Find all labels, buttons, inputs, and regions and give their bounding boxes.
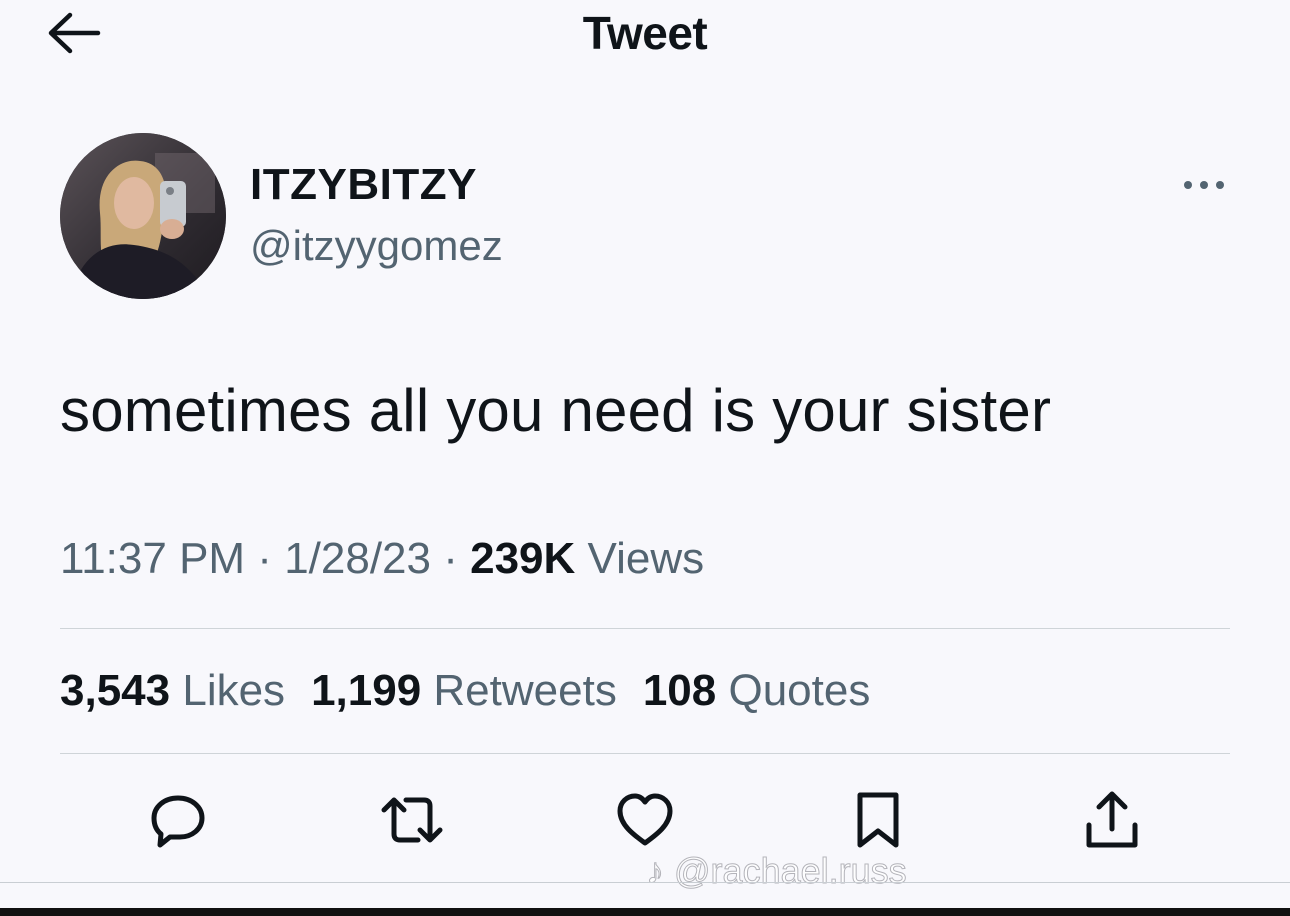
retweets-count: 1,199 [311,666,422,715]
retweets-stat[interactable]: 1,199 Retweets [311,666,617,716]
views-count: 239K [470,534,576,583]
share-icon [1086,791,1138,848]
divider [60,628,1230,629]
tweet-page: Tweet ITZYBITZY @itzyygomez sometimes al… [0,0,1290,916]
display-name[interactable]: ITZYBITZY [250,160,477,210]
tweet-text: sometimes all you need is your sister [60,377,1052,444]
quotes-label: Quotes [728,666,871,715]
meta-separator: · [245,534,285,583]
more-options-button[interactable] [1176,170,1232,200]
avatar[interactable] [60,133,226,299]
tweet-meta: 11:37 PM · 1/28/23 · 239K Views [60,534,704,584]
page-title: Tweet [582,7,708,59]
more-icon [1184,181,1224,189]
bottom-bar [0,908,1290,916]
like-button[interactable] [613,788,677,852]
meta-separator: · [431,534,471,583]
heart-icon [617,793,673,846]
tweet-time: 11:37 PM [60,534,246,583]
reply-button[interactable] [146,788,210,852]
tweet-stats: 3,543 Likes 1,199 Retweets 108 Quotes [60,666,870,716]
retweets-label: Retweets [433,666,617,715]
views-label: Views [587,534,705,583]
reply-icon [151,795,205,848]
likes-stat[interactable]: 3,543 Likes [60,666,285,716]
tiktok-icon: ♪ [646,850,665,892]
watermark: ♪ @rachael.russ [646,850,908,892]
share-button[interactable] [1080,788,1144,852]
avatar-photo [60,133,226,299]
quotes-stat[interactable]: 108 Quotes [643,666,871,716]
divider [0,882,1290,883]
user-handle[interactable]: @itzyygomez [250,222,503,270]
retweet-button[interactable] [380,788,444,852]
bookmark-button[interactable] [846,788,910,852]
tweet-date: 1/28/23 [284,534,431,583]
quotes-count: 108 [642,666,717,715]
divider [60,753,1230,754]
bookmark-icon [857,792,899,848]
likes-label: Likes [182,666,286,715]
watermark-text: @rachael.russ [674,850,908,892]
likes-count: 3,543 [60,666,171,715]
retweet-icon [381,797,443,843]
